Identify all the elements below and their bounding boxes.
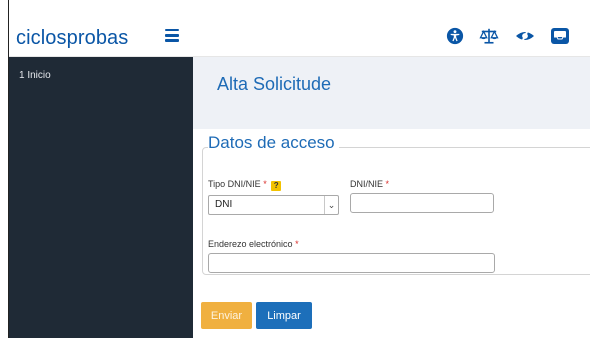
eye-icon[interactable] [515,26,535,46]
email-label: Enderezo electrónico * [208,239,299,249]
email-label-text: Enderezo electrónico [208,239,293,249]
sidebar-item-inicio[interactable]: 1 Inicio [19,70,51,81]
tipo-dni-select[interactable]: DNI ⌄ [208,195,339,215]
app-brand[interactable]: ciclosprobas [16,27,128,50]
topbar [193,0,590,57]
accessibility-icon[interactable] [445,26,465,46]
submit-button[interactable]: Enviar [201,302,252,329]
help-icon[interactable]: ? [271,181,282,191]
inbox-icon[interactable] [550,26,570,46]
page-title: Alta Solicitude [217,74,332,94]
chevron-down-icon: ⌄ [324,196,338,214]
reset-button[interactable]: Limpar [256,302,312,329]
sidebar-header: ciclosprobas [9,0,193,57]
scales-icon[interactable] [479,26,499,46]
sidebar: ciclosprobas 1 Inicio [9,0,193,338]
dni-label: DNI/NIE * [350,179,389,189]
email-input[interactable] [208,253,495,273]
dni-input[interactable] [350,193,494,213]
fieldset-legend: Datos de acceso [208,133,339,153]
tipo-dni-label-text: Tipo DNI/NIE [208,179,261,189]
hamburger-menu-icon[interactable] [165,29,179,42]
dni-label-text: DNI/NIE [350,179,384,189]
tipo-dni-selected: DNI [215,199,233,210]
required-marker: * [263,179,267,189]
tipo-dni-label: Tipo DNI/NIE * ? [208,179,282,191]
required-marker: * [385,179,390,189]
required-marker: * [295,239,299,249]
page-header: Alta Solicitude [193,57,590,129]
